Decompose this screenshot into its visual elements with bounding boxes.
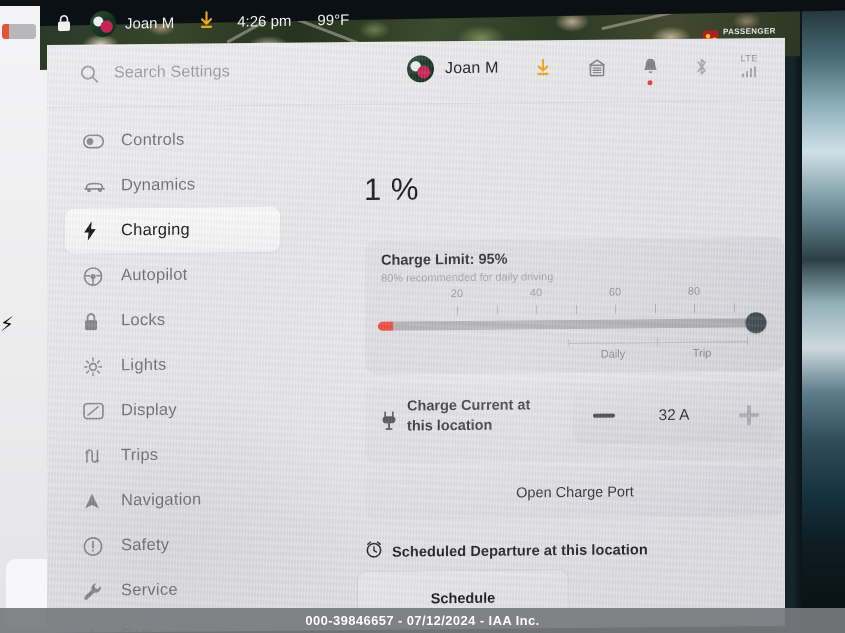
charge-limit-card: Charge Limit: 95% 80% recommended for da… xyxy=(365,236,785,375)
sidebar-label: Display xyxy=(121,400,177,420)
charge-current-label-line2: this location xyxy=(407,417,493,435)
sidebar-label: Service xyxy=(121,580,178,600)
lock-icon xyxy=(56,14,72,37)
header-right-cluster: Joan M LTE xyxy=(407,52,758,86)
navigation-arrow-icon xyxy=(83,491,109,510)
scheduled-departure-row[interactable]: Scheduled Departure at this location xyxy=(365,538,648,564)
padlock-icon xyxy=(83,311,109,331)
sidebar-item-lights[interactable]: Lights xyxy=(65,342,280,389)
slider-tick-labels: 20 40 60 80 xyxy=(378,285,773,303)
charge-current-label-line1: Charge Current at xyxy=(407,397,531,415)
charge-plug-icon xyxy=(381,411,397,436)
slider-charge-fill xyxy=(378,321,394,331)
toggle-switch-icon xyxy=(83,134,109,149)
sidebar-item-navigation[interactable]: Navigation xyxy=(65,477,280,524)
battery-fill xyxy=(2,24,9,39)
sidebar-item-display[interactable]: Display xyxy=(65,387,280,434)
tick-label: 40 xyxy=(529,287,543,300)
sidebar-item-controls[interactable]: Controls xyxy=(65,117,280,164)
scheduled-departure-label: Scheduled Departure at this location xyxy=(392,541,648,561)
status-bar: Joan M 4:26 pm 99°F xyxy=(90,7,349,38)
status-driver-name: Joan M xyxy=(125,14,175,33)
alarm-clock-icon xyxy=(365,541,383,564)
sidebar-item-dynamics[interactable]: Dynamics xyxy=(65,162,280,209)
connectivity-label: LTE xyxy=(740,52,758,64)
charging-bolt-icon: ⚡ xyxy=(0,314,15,336)
charging-content: 1 % Charge Limit: 95% 80% recommended fo… xyxy=(347,112,785,633)
notification-dot xyxy=(647,80,653,86)
tick-label: 20 xyxy=(450,288,464,301)
sidebar-item-autopilot[interactable]: Autopilot xyxy=(65,252,280,299)
bluetooth-icon[interactable] xyxy=(694,56,709,76)
settings-panel: Search Settings Joan M LTE Controls Dyna… xyxy=(47,37,785,633)
sidebar-item-safety[interactable]: Safety xyxy=(65,522,280,569)
notification-bell-icon[interactable] xyxy=(642,57,659,86)
slider-knob[interactable] xyxy=(745,312,767,334)
display-screen-icon xyxy=(83,402,109,420)
sidebar-item-locks[interactable]: Locks xyxy=(65,297,280,344)
settings-sidebar: Controls Dynamics Charging Autopilot Loc… xyxy=(65,117,280,633)
download-arrow-icon[interactable] xyxy=(534,58,552,77)
search-input[interactable]: Search Settings xyxy=(114,63,230,82)
slider-track[interactable] xyxy=(378,318,756,331)
left-screen-edge: ⚡ xyxy=(0,6,64,633)
slider-ticks xyxy=(378,303,773,316)
charge-current-card: Charge Current at this location 32 A xyxy=(365,380,785,464)
range-label-daily: Daily xyxy=(600,348,626,361)
sidebar-label: Charging xyxy=(121,220,190,240)
tick-label: 80 xyxy=(687,285,701,298)
tick-label: 60 xyxy=(608,286,622,299)
auction-watermark: 000-39846657 - 07/12/2024 - IAA Inc. xyxy=(0,608,845,633)
sidebar-item-service[interactable]: Service xyxy=(65,567,280,614)
charge-current-label: Charge Current at this location xyxy=(407,395,530,436)
sidebar-label: Trips xyxy=(121,445,159,465)
sidebar-label: Autopilot xyxy=(121,265,188,285)
watermark-text: 000-39846657 - 07/12/2024 - IAA Inc. xyxy=(305,613,540,628)
garage-door-icon[interactable] xyxy=(587,57,607,77)
status-temperature: 99°F xyxy=(317,11,350,29)
battery-indicator-small xyxy=(2,24,36,39)
download-arrow-icon xyxy=(198,10,215,34)
sidebar-label: Navigation xyxy=(121,490,202,510)
sidebar-label: Locks xyxy=(121,310,166,330)
sidebar-label: Safety xyxy=(121,535,170,555)
steering-wheel-icon xyxy=(83,266,109,286)
sidebar-label: Controls xyxy=(121,130,185,150)
increase-current-button[interactable] xyxy=(739,405,759,425)
profile-name[interactable]: Joan M xyxy=(445,59,499,78)
open-charge-port-label: Open Charge Port xyxy=(516,483,634,501)
search-icon xyxy=(80,65,99,89)
daily-trip-labels: Daily Trip xyxy=(568,347,748,363)
sidebar-item-trips[interactable]: Trips xyxy=(65,432,280,479)
charge-limit-slider[interactable]: 20 40 60 80 Daily Trip xyxy=(378,285,773,367)
daily-trip-bracket xyxy=(568,337,748,347)
charge-limit-subtitle: 80% recommended for daily driving xyxy=(381,271,554,285)
range-label-trip: Trip xyxy=(692,347,712,360)
trips-route-icon xyxy=(83,446,109,465)
sidebar-label: Dynamics xyxy=(121,175,196,195)
exclamation-circle-icon xyxy=(83,536,109,556)
photo-scene: ⚡ Joan M 4:26 pm 99°F PASSENGER Search S… xyxy=(0,0,845,633)
open-charge-port-button[interactable]: Open Charge Port xyxy=(365,464,785,520)
light-bulb-icon xyxy=(83,356,109,376)
charge-limit-title: Charge Limit: 95% xyxy=(381,251,508,269)
sidebar-label: Lights xyxy=(121,355,167,375)
profile-avatar[interactable] xyxy=(407,55,434,83)
car-icon xyxy=(83,179,109,193)
avatar xyxy=(90,10,116,38)
signal-bars xyxy=(741,65,757,78)
charge-current-stepper[interactable]: 32 A xyxy=(573,388,775,444)
lte-signal-indicator: LTE xyxy=(740,52,758,78)
sidebar-item-charging[interactable]: Charging xyxy=(65,206,280,254)
wrench-icon xyxy=(83,581,109,601)
lightning-bolt-icon xyxy=(83,220,109,241)
status-time: 4:26 pm xyxy=(237,12,292,31)
battery-percentage: 1 % xyxy=(364,171,419,207)
